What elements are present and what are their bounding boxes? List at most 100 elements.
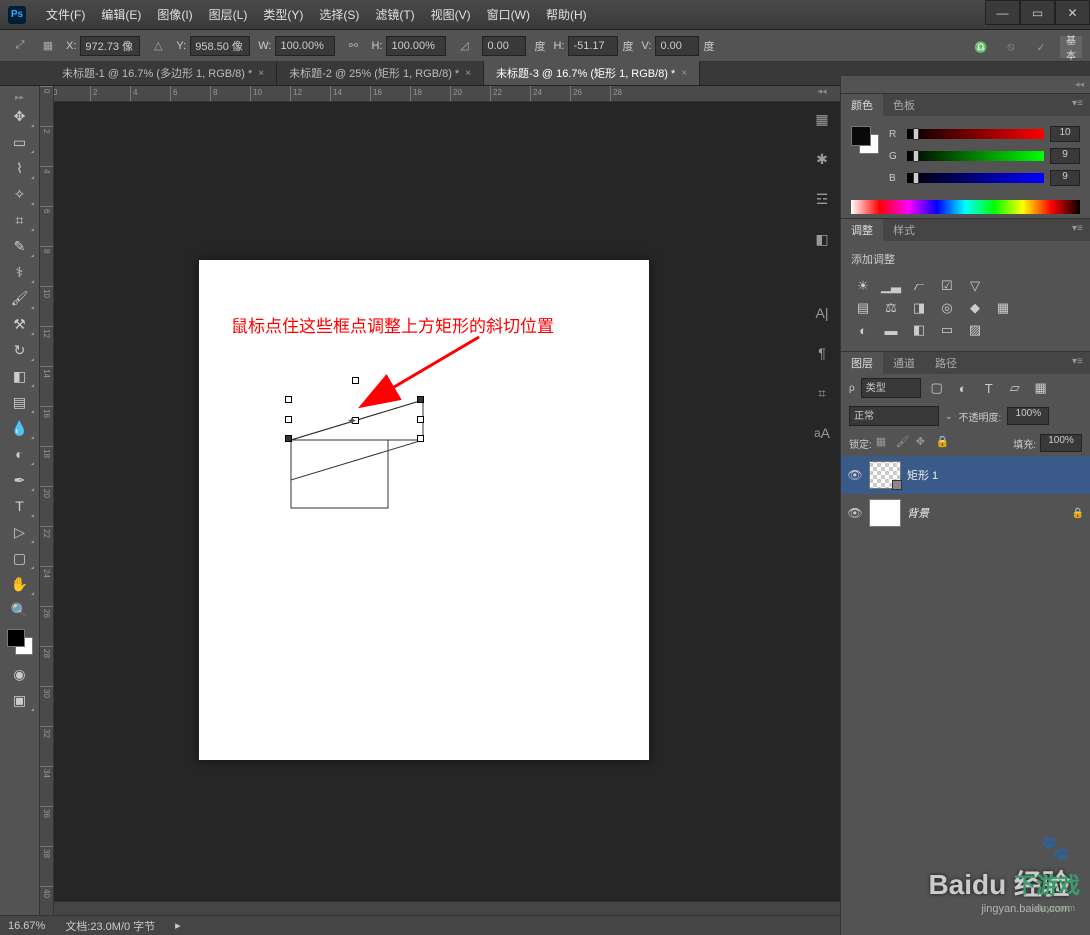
doc-tab-1[interactable]: 未标题-1 @ 16.7% (多边形 1, RGB/8) *×: [50, 61, 277, 85]
layer-name[interactable]: 背景: [907, 505, 1066, 521]
doc-tab-3[interactable]: 未标题-3 @ 16.7% (矩形 1, RGB/8) *×: [484, 61, 700, 85]
glyphs-panel-icon[interactable]: ⌗: [808, 379, 836, 407]
y-input[interactable]: [190, 36, 250, 56]
eraser-tool[interactable]: ◧: [5, 364, 35, 388]
menu-image[interactable]: 图像(I): [149, 2, 200, 27]
transform-handle[interactable]: [352, 377, 359, 384]
swap-xy-icon[interactable]: △: [148, 36, 168, 56]
skew-v-input[interactable]: [655, 36, 699, 56]
menu-help[interactable]: 帮助(H): [538, 2, 595, 27]
lock-pixels-icon[interactable]: 🖌: [896, 435, 912, 451]
opacity-input[interactable]: 100%: [1007, 407, 1049, 425]
link-icon[interactable]: ⚯: [343, 36, 363, 56]
bw-icon[interactable]: ◨: [909, 299, 929, 317]
close-button[interactable]: ✕: [1055, 0, 1090, 25]
transform-handle[interactable]: [417, 416, 424, 423]
scrollbar-horizontal[interactable]: [54, 901, 840, 915]
filter-text-icon[interactable]: T: [979, 379, 999, 397]
menu-window[interactable]: 窗口(W): [479, 2, 538, 27]
maximize-button[interactable]: ▭: [1020, 0, 1055, 25]
transform-handle[interactable]: [417, 396, 424, 403]
brush-tool[interactable]: 🖌: [5, 286, 35, 310]
status-arrow-icon[interactable]: ▸: [175, 919, 181, 932]
panel-menu-icon[interactable]: ▾≡: [1072, 223, 1086, 237]
styles-tab[interactable]: 样式: [883, 219, 925, 241]
layers-tab[interactable]: 图层: [841, 352, 883, 374]
gradient-tool[interactable]: ▤: [5, 390, 35, 414]
channel-mixer-icon[interactable]: ◆: [965, 299, 985, 317]
tab-close-icon[interactable]: ×: [681, 68, 687, 79]
color-swatches[interactable]: [7, 629, 33, 655]
x-input[interactable]: [80, 36, 140, 56]
layer-thumbnail[interactable]: [869, 461, 901, 489]
eyedropper-tool[interactable]: ✎: [5, 234, 35, 258]
center-point-icon[interactable]: ✦: [347, 414, 357, 428]
workspace-basic[interactable]: 基本: [1060, 36, 1082, 58]
cancel-icon[interactable]: ⦸: [1000, 36, 1022, 58]
screenmode-tool[interactable]: ▣: [5, 688, 35, 712]
hand-tool[interactable]: ✋: [5, 572, 35, 596]
w-input[interactable]: [275, 36, 335, 56]
menu-view[interactable]: 视图(V): [423, 2, 479, 27]
h-input[interactable]: [386, 36, 446, 56]
toolbox-collapse-icon[interactable]: ▸▸: [0, 92, 39, 103]
b-value[interactable]: 9: [1050, 170, 1080, 186]
pen-tool[interactable]: ✒: [5, 468, 35, 492]
paths-tab[interactable]: 路径: [925, 352, 967, 374]
zoom-tool[interactable]: 🔍: [5, 598, 35, 622]
path-select-tool[interactable]: ▷: [5, 520, 35, 544]
hue-icon[interactable]: ▤: [853, 299, 873, 317]
styles-panel-icon[interactable]: aA: [808, 419, 836, 447]
menu-select[interactable]: 选择(S): [311, 2, 367, 27]
transform-handle[interactable]: [285, 396, 292, 403]
brightness-icon[interactable]: ☀: [853, 277, 873, 295]
exposure-icon[interactable]: ☑: [937, 277, 957, 295]
marquee-tool[interactable]: ▭: [5, 130, 35, 154]
posterize-icon[interactable]: ▬: [881, 321, 901, 339]
tab-close-icon[interactable]: ×: [465, 68, 471, 79]
paragraph-panel-icon[interactable]: ¶: [808, 339, 836, 367]
blur-tool[interactable]: 💧: [5, 416, 35, 440]
panel-menu-icon[interactable]: ▾≡: [1072, 98, 1086, 112]
zoom-value[interactable]: 16.67%: [8, 920, 45, 932]
lookup-icon[interactable]: ▦: [993, 299, 1013, 317]
brush-panel-icon[interactable]: ✱: [808, 145, 836, 173]
lasso-tool[interactable]: ⌇: [5, 156, 35, 180]
layer-row-background[interactable]: 👁 背景 🔒: [841, 494, 1090, 532]
tab-close-icon[interactable]: ×: [258, 68, 264, 79]
menu-edit[interactable]: 编辑(E): [93, 2, 149, 27]
minimize-button[interactable]: —: [985, 0, 1020, 25]
menu-type[interactable]: 类型(Y): [255, 2, 311, 27]
character-panel-icon[interactable]: A|: [808, 299, 836, 327]
skew-h-input[interactable]: [568, 36, 618, 56]
transform-tool-icon[interactable]: ⤢: [10, 36, 30, 56]
g-slider[interactable]: [907, 151, 1044, 161]
layer-thumbnail[interactable]: [869, 499, 901, 527]
r-slider[interactable]: [907, 129, 1044, 139]
visibility-icon[interactable]: 👁: [847, 506, 863, 520]
healing-tool[interactable]: ⚕: [5, 260, 35, 284]
transform-handle[interactable]: [417, 435, 424, 442]
menu-file[interactable]: 文件(F): [38, 2, 93, 27]
properties-panel-icon[interactable]: ◧: [808, 225, 836, 253]
photo-filter-icon[interactable]: ◎: [937, 299, 957, 317]
warp-icon[interactable]: ♎: [970, 36, 992, 58]
swatches-tab[interactable]: 色板: [883, 94, 925, 116]
blend-mode-select[interactable]: 正常: [849, 406, 939, 426]
invert-icon[interactable]: ◐: [853, 321, 873, 339]
transform-handle[interactable]: [285, 416, 292, 423]
color-tab[interactable]: 颜色: [841, 94, 883, 116]
fill-input[interactable]: 100%: [1040, 434, 1082, 452]
doc-info[interactable]: 文档:23.0M/0 字节: [65, 918, 155, 934]
r-value[interactable]: 10: [1050, 126, 1080, 142]
lock-trans-icon[interactable]: ▦: [876, 435, 892, 451]
channels-tab[interactable]: 通道: [883, 352, 925, 374]
curves-icon[interactable]: ⦧: [909, 277, 929, 295]
balance-icon[interactable]: ⚖: [881, 299, 901, 317]
levels-icon[interactable]: ▁▃: [881, 277, 901, 295]
dodge-tool[interactable]: ◐: [5, 442, 35, 466]
layers-panel-icon[interactable]: ☲: [808, 185, 836, 213]
ruler-horizontal[interactable]: 0246810121416182022242628: [50, 86, 840, 102]
b-slider[interactable]: [907, 173, 1044, 183]
gradient-map-icon[interactable]: ▭: [937, 321, 957, 339]
